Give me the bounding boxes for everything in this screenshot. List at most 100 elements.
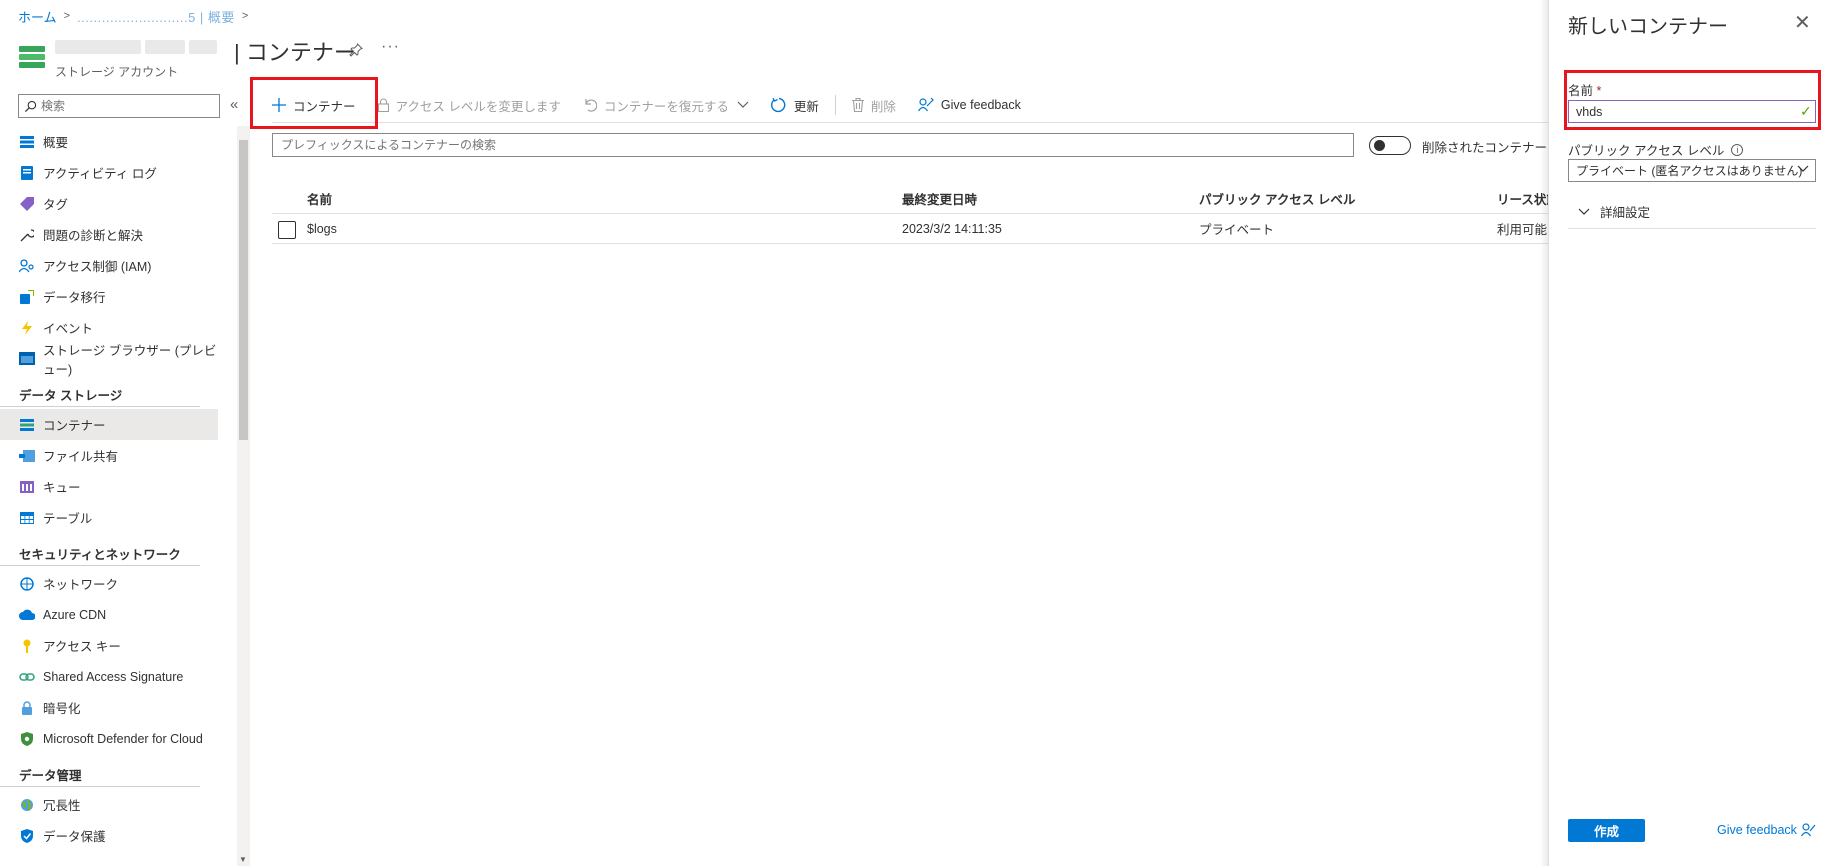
panel-give-feedback-link[interactable]: Give feedback [1717, 822, 1816, 837]
row-name[interactable]: $logs [307, 214, 337, 243]
table-header: 名前 最終変更日時 パブリック アクセス レベル リース状態 [272, 184, 1560, 214]
shield-icon [19, 731, 35, 746]
sidebar-item-diagnose[interactable]: 問題の診断と解決 [0, 219, 218, 250]
toggle-knob [1374, 140, 1385, 151]
overview-icon [19, 135, 35, 149]
group-data-storage: データ ストレージ [0, 377, 200, 407]
sidebar-item-overview[interactable]: 概要 [0, 126, 218, 157]
sidebar-item-storage-browser[interactable]: ストレージ ブラウザー (プレビュー) [0, 343, 218, 377]
resource-name-redacted [55, 40, 235, 56]
lock-icon [377, 98, 389, 112]
globe-icon [19, 798, 35, 812]
breadcrumb-resource[interactable]: ...........................5 | 概要 [77, 7, 235, 26]
network-icon [19, 576, 35, 591]
file-share-icon [19, 449, 35, 463]
trash-icon [851, 98, 864, 112]
toolbar-divider [834, 95, 836, 115]
table-icon [19, 511, 35, 525]
sidebar-item-activity-log[interactable]: アクティビティ ログ [0, 157, 218, 188]
panel-shadow [1540, 0, 1548, 866]
highlight-add-container [250, 77, 378, 129]
command-bar: コンテナー アクセス レベルを変更します コンテナーを復元する 更新 削除 Gi… [272, 92, 1043, 118]
column-header-name[interactable]: 名前 [307, 184, 332, 213]
sidebar-item-file-shares[interactable]: ファイル共有 [0, 440, 218, 471]
chevron-right-icon: > [241, 10, 249, 22]
give-feedback-button[interactable]: Give feedback [917, 97, 1021, 113]
sidebar-item-containers[interactable]: コンテナー [0, 409, 218, 440]
container-icon [19, 418, 35, 432]
sidebar-item-data-protection[interactable]: データ保護 [0, 820, 218, 851]
chevron-down-icon [737, 101, 749, 109]
table-row[interactable]: $logs 2023/3/2 14:11:35 プライベート 利用可能 [272, 214, 1560, 244]
column-header-modified[interactable]: 最終変更日時 [902, 184, 977, 213]
resource-type: ストレージ アカウント [55, 65, 179, 79]
chevron-down-icon [1797, 163, 1809, 177]
tag-icon [19, 196, 35, 211]
sidebar: « 概要 アクティビティ ログ タグ 問題の診断と解決 アクセス制御 (IAM)… [0, 88, 240, 866]
group-data-management: データ管理 [0, 757, 200, 787]
sidebar-item-defender[interactable]: Microsoft Defender for Cloud [0, 723, 218, 754]
activity-log-icon [19, 165, 35, 180]
sidebar-item-queues[interactable]: キュー [0, 471, 218, 502]
chevron-right-icon: > [63, 10, 71, 22]
lock-icon [19, 700, 35, 715]
advanced-settings-toggle[interactable]: 詳細設定 [1568, 195, 1816, 229]
refresh-button[interactable]: 更新 [770, 96, 819, 115]
collapse-sidebar-button[interactable]: « [230, 96, 238, 113]
storage-account-icon [19, 46, 45, 68]
sidebar-item-network[interactable]: ネットワーク [0, 568, 218, 599]
sidebar-item-access-keys[interactable]: アクセス キー [0, 630, 218, 661]
highlight-name-field [1564, 70, 1821, 130]
info-icon[interactable]: i [1731, 143, 1744, 156]
sidebar-item-sas[interactable]: Shared Access Signature [0, 661, 218, 692]
sidebar-item-data-migration[interactable]: データ移行 [0, 281, 218, 312]
pin-icon[interactable] [348, 42, 366, 60]
sidebar-scrollbar[interactable]: ▼ [237, 126, 250, 866]
restore-container-button[interactable]: コンテナーを復元する [583, 96, 749, 115]
row-access: プライベート [1199, 223, 1275, 237]
container-prefix-search-input[interactable] [272, 133, 1354, 157]
data-migration-icon [19, 289, 35, 304]
panel-title: 新しいコンテナー [1568, 16, 1728, 38]
change-access-level-button[interactable]: アクセス レベルを変更します [377, 96, 561, 115]
lightning-icon [19, 320, 35, 335]
chevron-down-icon [1578, 208, 1590, 216]
sidebar-item-events[interactable]: イベント [0, 312, 218, 343]
access-level-dropdown[interactable]: プライベート (匿名アクセスはありません) [1568, 159, 1816, 182]
undo-icon [583, 98, 597, 112]
iam-icon [19, 258, 35, 273]
sidebar-item-iam[interactable]: アクセス制御 (IAM) [0, 250, 218, 281]
feedback-icon [917, 97, 934, 113]
sidebar-item-encryption[interactable]: 暗号化 [0, 692, 218, 723]
show-deleted-toggle[interactable] [1369, 136, 1411, 155]
delete-button[interactable]: 削除 [851, 96, 896, 115]
close-icon[interactable]: ✕ [1794, 10, 1811, 35]
feedback-icon [1800, 822, 1816, 837]
access-level-label: パブリック アクセス レベル i [1568, 140, 1744, 159]
more-icon[interactable]: ··· [381, 38, 400, 56]
cdn-icon [19, 608, 35, 622]
new-container-panel: 新しいコンテナー ✕ 名前 * ✓ パブリック アクセス レベル i プライベー… [1548, 0, 1834, 866]
storage-browser-icon [19, 352, 35, 366]
link-icon [19, 670, 35, 684]
row-checkbox[interactable] [278, 221, 296, 239]
key-icon [19, 639, 35, 653]
wrench-icon [19, 228, 35, 242]
breadcrumb-home[interactable]: ホーム [18, 7, 57, 26]
sidebar-item-tables[interactable]: テーブル [0, 502, 218, 533]
sidebar-item-tags[interactable]: タグ [0, 188, 218, 219]
refresh-icon [770, 97, 787, 113]
create-button[interactable]: 作成 [1568, 819, 1645, 842]
sidebar-search[interactable] [18, 94, 220, 118]
sidebar-item-redundancy[interactable]: 冗長性 [0, 789, 218, 820]
search-icon [24, 100, 37, 112]
breadcrumb: ホーム > ...........................5 | 概要 … [18, 7, 255, 25]
column-header-access[interactable]: パブリック アクセス レベル [1199, 184, 1355, 213]
page-title: | コンテナー [234, 40, 356, 65]
scrollbar-thumb[interactable] [239, 140, 248, 440]
scroll-down-icon[interactable]: ▼ [239, 855, 247, 864]
sidebar-item-azure-cdn[interactable]: Azure CDN [0, 599, 218, 630]
nav-menu: 概要 アクティビティ ログ タグ 問題の診断と解決 アクセス制御 (IAM) デ… [0, 126, 218, 851]
queue-icon [19, 480, 35, 494]
sidebar-search-input[interactable] [41, 99, 211, 113]
